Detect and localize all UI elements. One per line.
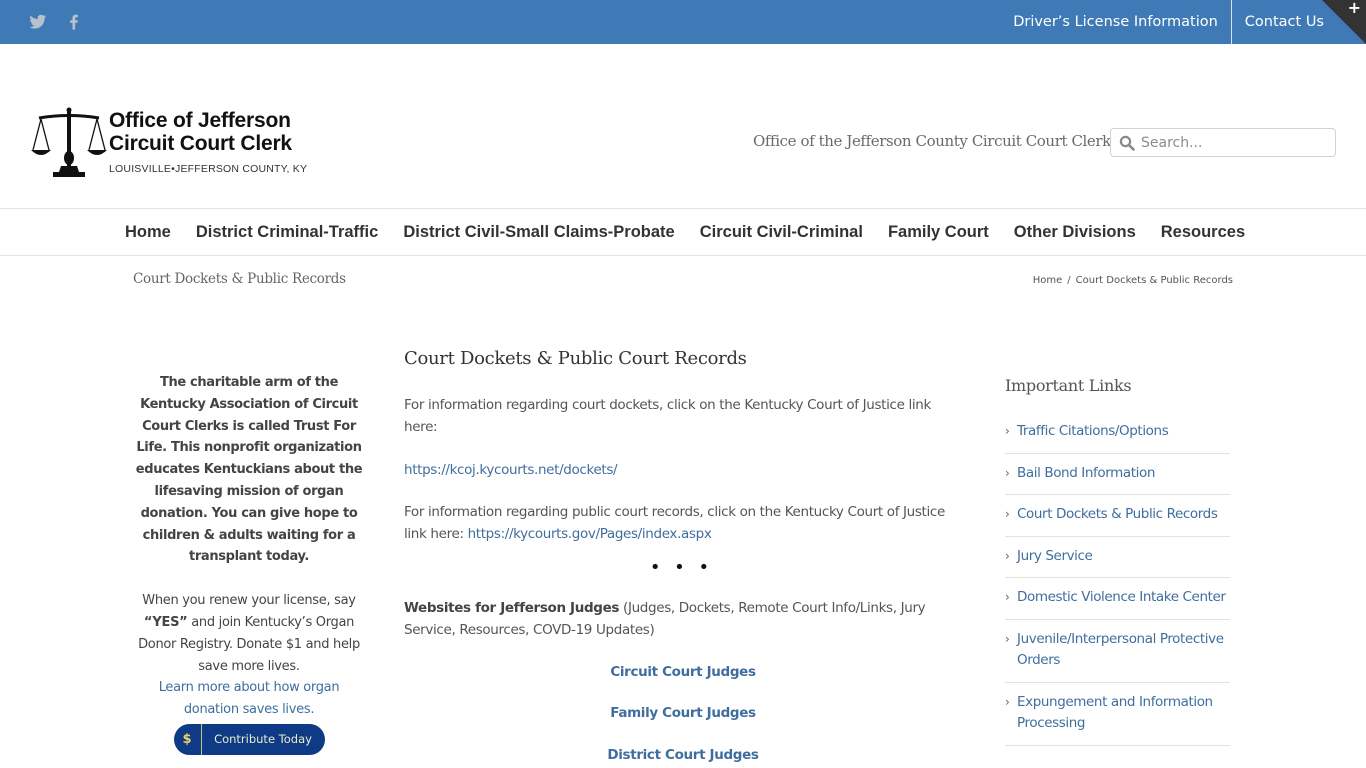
learn-more-link[interactable]: Learn more about how organ donation save…: [132, 677, 366, 721]
organ-donor-text: When you renew your license, say “YES” a…: [132, 590, 366, 677]
search-box: [1110, 128, 1336, 157]
facebook-icon[interactable]: [65, 13, 83, 31]
link-expungement[interactable]: › Expungement and Information Processing: [1005, 683, 1230, 746]
district-court-judges-link[interactable]: District Court Judges: [404, 745, 962, 767]
circuit-court-judges-link[interactable]: Circuit Court Judges: [404, 662, 962, 684]
contribute-label: Contribute Today: [214, 731, 312, 746]
chevron-right-icon: ›: [1005, 694, 1010, 709]
nav-item-home[interactable]: Home: [125, 223, 171, 242]
main-content: Court Dockets & Public Court Records For…: [404, 345, 959, 767]
chevron-right-icon: ›: [1005, 548, 1010, 563]
link-label: Juvenile/Interpersonal Protective Orders: [1017, 630, 1224, 669]
dockets-link-paragraph: https://kcoj.kycourts.net/dockets/: [404, 460, 959, 482]
contribute-today-button[interactable]: $ Contribute Today: [173, 723, 325, 755]
chevron-right-icon: ›: [1005, 590, 1010, 604]
link-label: Court Dockets & Public Records: [1017, 506, 1218, 522]
link-court-dockets[interactable]: › Court Dockets & Public Records: [1005, 495, 1230, 537]
chevron-right-icon: ›: [1005, 631, 1010, 646]
link-label: Expungement and Information Processing: [1017, 693, 1213, 732]
scales-of-justice-icon: [31, 107, 107, 177]
renew-prefix: When you renew your license, say: [142, 593, 356, 609]
left-sidebar: The charitable arm of the Kentucky Assoc…: [132, 372, 366, 755]
trust-for-life-text: The charitable arm of the Kentucky Assoc…: [135, 375, 363, 565]
link-label: Bail Bond Information: [1017, 464, 1156, 481]
logo-title-line2: Circuit Court Clerk: [109, 132, 292, 155]
judges-title: Websites for Jefferson Judges: [404, 599, 620, 616]
logo-subtitle: LOUISVILLE•JEFFERSON COUNTY, KY: [109, 163, 308, 175]
nav-item-resources[interactable]: Resources: [1161, 223, 1245, 242]
dockets-paragraph: For information regarding court dockets,…: [404, 397, 931, 435]
main-navigation: Home District Criminal-Traffic District …: [0, 208, 1366, 256]
content-heading: Court Dockets & Public Court Records: [404, 348, 747, 369]
separator-dots: • • •: [649, 556, 714, 578]
search-input[interactable]: [1141, 134, 1331, 151]
chevron-right-icon: ›: [1005, 507, 1010, 521]
drivers-license-link[interactable]: Driver’s License Information: [1000, 0, 1231, 44]
breadcrumb-current: Court Dockets & Public Records: [1075, 275, 1233, 286]
plus-icon[interactable]: +: [1348, 0, 1361, 17]
link-traffic-citations[interactable]: › Traffic Citations/Options: [1005, 412, 1230, 454]
top-bar: Driver’s License Information Contact Us …: [0, 0, 1366, 44]
link-jury-service[interactable]: › Jury Service: [1005, 537, 1230, 578]
nav-item-circuit-civil-criminal[interactable]: Circuit Civil-Criminal: [700, 223, 863, 242]
search-icon[interactable]: [1119, 135, 1135, 151]
renew-yes: “YES”: [143, 614, 188, 630]
breadcrumb-separator: /: [1067, 275, 1071, 286]
breadcrumb-home[interactable]: Home: [1033, 275, 1063, 286]
right-sidebar: Important Links › Traffic Citations/Optio…: [1005, 374, 1230, 746]
social-links: [29, 13, 83, 31]
family-court-judges-link[interactable]: Family Court Judges: [404, 703, 962, 725]
link-protective-orders[interactable]: › Juvenile/Interpersonal Protective Order…: [1005, 620, 1230, 683]
nav-item-district-criminal-traffic[interactable]: District Criminal-Traffic: [196, 223, 378, 242]
records-paragraph: For information regarding public court r…: [404, 502, 959, 546]
site-logo[interactable]: Office of Jefferson Circuit Court Clerk …: [31, 106, 331, 180]
important-links-heading: Important Links: [1005, 376, 1132, 395]
twitter-icon[interactable]: [29, 13, 47, 31]
link-label: Domestic Violence Intake Center: [1017, 589, 1226, 605]
link-bail-bond[interactable]: › Bail Bond Information: [1005, 454, 1230, 495]
dockets-link[interactable]: https://kcoj.kycourts.net/dockets/: [404, 462, 618, 478]
top-links: Driver’s License Information Contact Us: [1000, 0, 1337, 44]
chevron-right-icon: ›: [1005, 424, 1010, 438]
breadcrumb: Home / Court Dockets & Public Records: [1033, 275, 1233, 286]
chevron-right-icon: ›: [1005, 465, 1010, 480]
important-links-list: › Traffic Citations/Options › Bail Bond In…: [1005, 412, 1230, 746]
link-domestic-violence[interactable]: › Domestic Violence Intake Center: [1005, 578, 1230, 620]
logo-title-line1: Office of Jefferson: [109, 109, 291, 132]
nav-item-district-civil[interactable]: District Civil-Small Claims-Probate: [403, 223, 674, 242]
link-label: Traffic Citations/Options: [1017, 423, 1169, 439]
dollar-icon: $: [174, 723, 202, 755]
link-label: Jury Service: [1017, 547, 1093, 564]
judges-paragraph: Websites for Jefferson Judges (Judges, D…: [404, 598, 959, 642]
site-tagline: Office of the Jefferson County Circuit C…: [753, 132, 1111, 150]
logo-title: Office of Jefferson Circuit Court Clerk: [109, 109, 292, 155]
nav-item-family-court[interactable]: Family Court: [888, 223, 989, 242]
nav-item-other-divisions[interactable]: Other Divisions: [1014, 223, 1136, 242]
records-link[interactable]: https://kycourts.gov/Pages/index.aspx: [468, 526, 712, 542]
page-title: Court Dockets & Public Records: [133, 271, 346, 287]
